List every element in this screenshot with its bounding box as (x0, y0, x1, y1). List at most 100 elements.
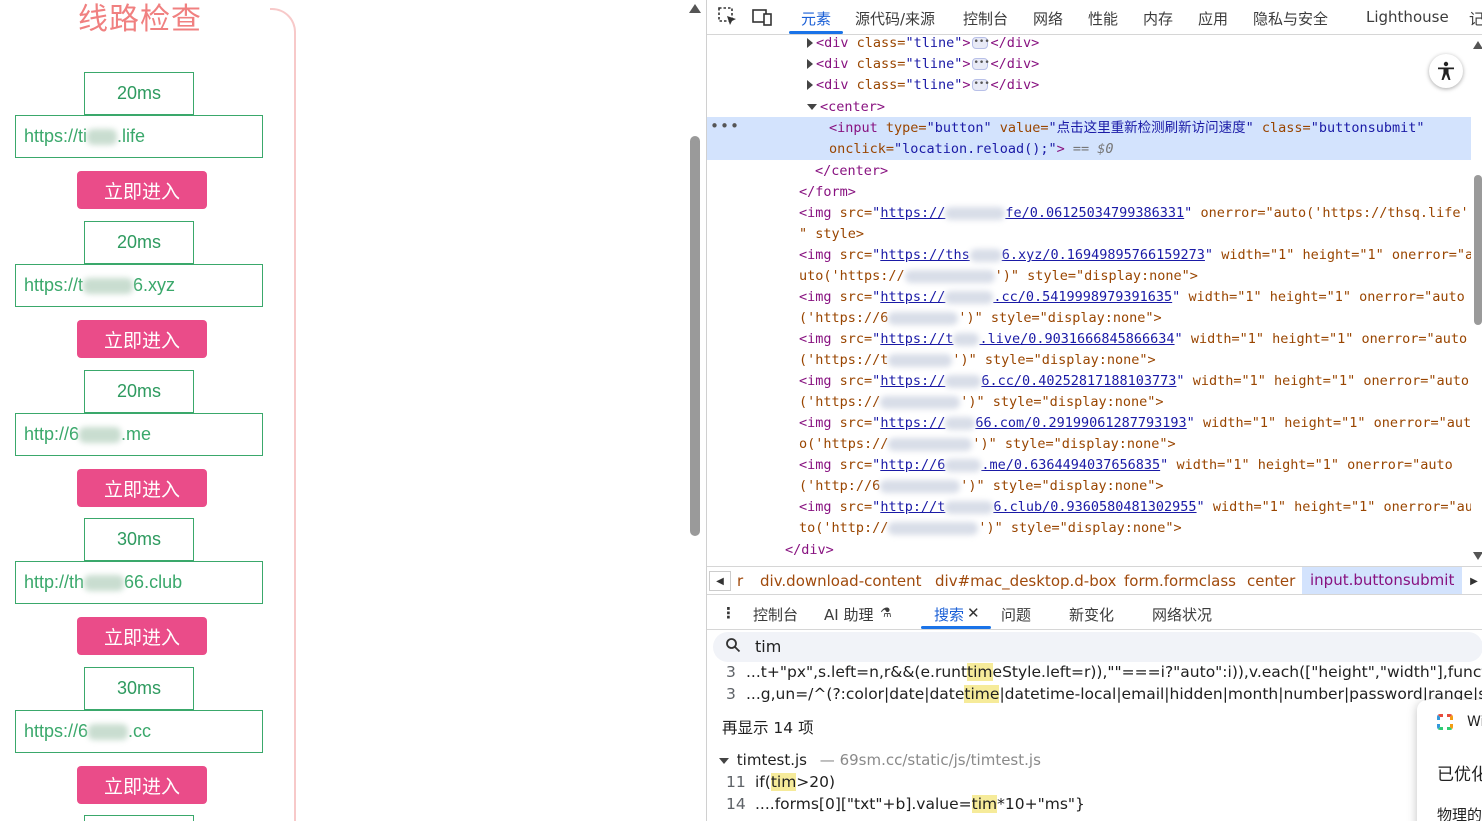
tab-privacy-security[interactable]: 隐私与安全 (1253, 8, 1328, 29)
url-field[interactable]: https://t 6.xyz (15, 264, 263, 307)
dom-node-img[interactable]: <img src="https://ths 6.xyz/0.16949895766… (799, 245, 1471, 265)
tab-performance[interactable]: 性能 (1088, 8, 1118, 29)
expand-arrow-icon[interactable] (807, 38, 813, 48)
search-result-line[interactable]: 3 ...g,un=/^(?:color|date|datetime|datet… (707, 685, 1482, 707)
collapse-arrow-icon[interactable] (719, 757, 729, 764)
breadcrumb-item[interactable]: center (1247, 572, 1295, 590)
dom-node[interactable]: <center> (807, 97, 885, 117)
breadcrumb-item[interactable]: div#mac_desktop.d-box (935, 572, 1116, 590)
src-link[interactable]: .cc/0.5419998979391635 (993, 289, 1172, 305)
drawer-tab-ai-assistant[interactable]: AI 助理 (824, 604, 873, 625)
dom-node[interactable]: <div class="tline"> •••</div> (807, 75, 1039, 95)
dom-node-img-cont[interactable]: " style> (799, 224, 864, 244)
dom-node-img[interactable]: <img src="https://.cc/0.5419998979391635… (799, 287, 1465, 307)
drawer-tab-search[interactable]: 搜索 (934, 604, 964, 625)
tab-memory[interactable]: 内存 (1143, 8, 1173, 29)
dom-node[interactable]: </form> (799, 182, 856, 202)
search-result-line[interactable]: 14 ....forms[0]["txt"+b].value=tim*10+"m… (707, 795, 1482, 817)
breadcrumb-item[interactable]: form.formclass (1124, 572, 1236, 590)
url-field[interactable]: http://6 .me (15, 413, 263, 456)
dom-node-img-cont[interactable]: o('https:// ')" style="display:none"> (799, 434, 1176, 454)
drawer-tab-issues[interactable]: 问题 (1001, 604, 1031, 625)
show-more-link[interactable]: 再显示 14 项 (722, 716, 814, 738)
ellipsis-icon[interactable]: ••• (972, 37, 990, 49)
dom-node-img[interactable]: <img src="https://66.com/0.2919906128779… (799, 413, 1471, 433)
enter-button[interactable]: 立即进入 (77, 766, 207, 804)
breadcrumb-left-icon[interactable]: ◀ (709, 571, 731, 591)
scroll-up-arrow-icon[interactable] (1473, 41, 1482, 49)
breadcrumb-item-selected[interactable]: input.buttonsubmit (1302, 567, 1463, 594)
src-link[interactable]: 6.cc/0.40252817188103773 (981, 373, 1176, 389)
search-result-line[interactable]: 3 ...t+"px",s.left=n,r&&(e.runttimeStyle… (707, 663, 1482, 685)
drawer-tab-whats-new[interactable]: 新变化 (1069, 604, 1114, 625)
ellipsis-icon[interactable]: ••• (972, 58, 990, 70)
breadcrumb-right-icon[interactable]: ▶ (1463, 571, 1482, 591)
dom-node[interactable]: </div> (785, 540, 834, 560)
src-link[interactable]: .me/0.6364494037656835 (981, 457, 1160, 473)
src-link[interactable]: https://t (880, 331, 953, 347)
file-group-header[interactable]: timtest.js — 69sm.cc/static/js/timtest.j… (719, 751, 1041, 769)
src-link[interactable]: https:// (880, 373, 945, 389)
src-link[interactable]: https:// (880, 289, 945, 305)
dom-node-img-cont[interactable]: ('https://6 ')" style="display:none"> (799, 308, 1162, 328)
scroll-up-arrow-icon[interactable] (689, 4, 701, 13)
src-link[interactable]: .live/0.9031666845866634 (979, 331, 1174, 347)
dom-node[interactable]: <div class="tline"> •••</div> (807, 35, 1039, 53)
element-picker-icon[interactable] (717, 6, 739, 28)
breadcrumb-item[interactable]: r (737, 572, 743, 590)
expand-arrow-icon[interactable] (807, 59, 813, 69)
dom-node-img[interactable]: <img src="https://6.cc/0.402528171881037… (799, 371, 1469, 391)
dom-node-selected-cont[interactable]: onclick="location.reload();"> == $0 (829, 139, 1114, 159)
drawer-tab-console[interactable]: 控制台 (753, 604, 798, 625)
dom-scrollbar[interactable] (1472, 35, 1482, 566)
collapse-arrow-icon[interactable] (807, 104, 817, 110)
search-box[interactable]: tim (713, 632, 1482, 662)
url-field[interactable]: https://ti .life (15, 115, 263, 158)
src-link[interactable]: https:// (880, 205, 945, 221)
dom-node-img-cont[interactable]: uto('https:// ')" style="display:none"> (799, 266, 1198, 286)
dom-tree[interactable]: ••• <div class="tline"> •••</div> <div cl… (707, 35, 1471, 566)
enter-button[interactable]: 立即进入 (77, 617, 207, 655)
src-link[interactable]: 6.xyz/0.16949895766159273 (1002, 247, 1205, 263)
src-link[interactable]: https://ths (880, 247, 969, 263)
tab-recorder[interactable]: 记 (1469, 8, 1482, 29)
tab-console[interactable]: 控制台 (963, 8, 1008, 29)
ellipsis-icon[interactable]: ••• (972, 79, 990, 91)
dom-node-img[interactable]: <img src="https://fe/0.06125034799386331… (799, 203, 1471, 223)
node-actions-icon[interactable]: ••• (710, 117, 740, 135)
accessibility-icon[interactable] (1429, 54, 1463, 88)
expand-arrow-icon[interactable] (807, 80, 813, 90)
url-field[interactable]: http://th 66.club (15, 561, 263, 604)
src-link[interactable]: 66.com/0.29199061287793193 (975, 415, 1186, 431)
src-link[interactable]: http://t (880, 499, 945, 515)
url-field[interactable]: https://6 .cc (15, 710, 263, 753)
scrollbar-thumb[interactable] (690, 136, 700, 536)
tab-lighthouse[interactable]: Lighthouse (1366, 8, 1449, 26)
scroll-down-arrow-icon[interactable] (1473, 552, 1482, 560)
drawer-menu-icon[interactable]: ⋮ (721, 604, 736, 622)
tab-sources[interactable]: 源代码/来源 (855, 8, 935, 29)
tab-elements[interactable]: 元素 (801, 8, 831, 29)
enter-button[interactable]: 立即进入 (77, 469, 207, 507)
tab-application[interactable]: 应用 (1198, 8, 1228, 29)
enter-button[interactable]: 立即进入 (77, 320, 207, 358)
dom-node[interactable]: <div class="tline"> •••</div> (807, 54, 1039, 74)
enter-button[interactable]: 立即进入 (77, 171, 207, 209)
src-link[interactable]: fe/0.06125034799386331 (1005, 205, 1184, 221)
breadcrumb-item[interactable]: div.download-content (760, 572, 922, 590)
dom-node-img[interactable]: <img src="http://t 6.club/0.9360580481302… (799, 497, 1471, 517)
dom-node-img-cont[interactable]: to('http:// ')" style="display:none"> (799, 518, 1182, 538)
tab-network[interactable]: 网络 (1033, 8, 1063, 29)
dom-node-img-cont[interactable]: ('http://6 ')" style="display:none"> (799, 476, 1163, 496)
notification-popup[interactable]: Wi 已优化 物理的 (1417, 700, 1482, 821)
close-tab-icon[interactable]: ✕ (967, 604, 980, 622)
search-result-line[interactable]: 11 if(tim>20) (707, 773, 1482, 795)
src-link[interactable]: http://6 (880, 457, 945, 473)
src-link[interactable]: 6.club/0.9360580481302955 (993, 499, 1196, 515)
scrollbar-thumb[interactable] (1474, 175, 1482, 325)
dom-node-selected[interactable]: <input type="button" value="点击这里重新检测刷新访问… (829, 118, 1425, 138)
drawer-tab-network-conditions[interactable]: 网络状况 (1152, 604, 1212, 625)
search-input[interactable]: tim (755, 637, 781, 656)
dom-node-img-cont[interactable]: ('https://t ')" style="display:none"> (799, 350, 1156, 370)
device-toolbar-icon[interactable] (751, 6, 773, 28)
